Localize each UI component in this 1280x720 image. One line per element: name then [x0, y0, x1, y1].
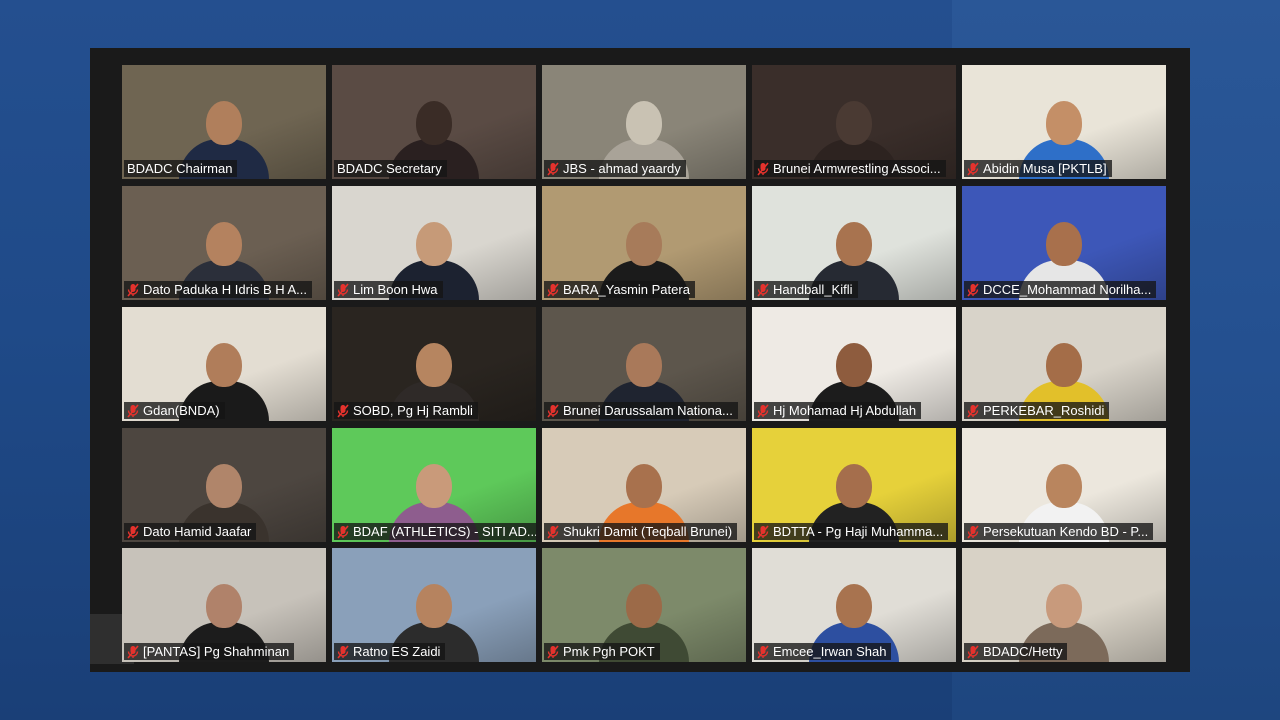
participant-tile[interactable]: DCCE_Mohammad Norilha... [962, 186, 1166, 300]
mic-muted-icon [337, 282, 349, 297]
participant-name: Emcee_Irwan Shah [773, 644, 887, 659]
participant-tile[interactable]: Gdan(BNDA) [122, 307, 326, 421]
mic-muted-icon [547, 161, 559, 176]
participant-tile[interactable]: BARA_Yasmin Patera [542, 186, 746, 300]
participant-name-bar: Dato Paduka H Idris B H A... [124, 281, 313, 298]
mic-muted-icon [547, 644, 559, 659]
participant-name-bar: Handball_Kifli [754, 281, 858, 298]
mic-muted-icon [127, 644, 139, 659]
participant-name: JBS - ahmad yaardy [563, 161, 681, 176]
mic-muted-icon [967, 403, 979, 418]
participant-name: PERKEBAR_Roshidi [983, 403, 1105, 418]
participant-tile[interactable]: Ratno ES Zaidi [332, 548, 536, 662]
participant-tile[interactable]: Shukri Damit (Teqball Brunei) [542, 428, 746, 542]
mic-muted-icon [967, 524, 979, 539]
participant-tile[interactable]: Hj Mohamad Hj Abdullah [752, 307, 956, 421]
participant-name-bar: Lim Boon Hwa [334, 281, 443, 298]
participant-tile[interactable]: BDADC/Hetty [962, 548, 1166, 662]
participant-name-bar: Hj Mohamad Hj Abdullah [754, 402, 922, 419]
participant-tile[interactable]: Dato Paduka H Idris B H A... [122, 186, 326, 300]
participant-tile[interactable]: Handball_Kifli [752, 186, 956, 300]
participant-name-bar: Persekutuan Kendo BD - P... [964, 523, 1154, 540]
participant-name: Brunei Armwrestling Associ... [773, 161, 941, 176]
mic-muted-icon [127, 282, 139, 297]
participant-name-bar: BDAF (ATHLETICS) - SITI AD... [334, 523, 536, 540]
participant-name-bar: Shukri Damit (Teqball Brunei) [544, 523, 738, 540]
participant-name-bar: Dato Hamid Jaafar [124, 523, 257, 540]
participant-name: BDADC/Hetty [983, 644, 1063, 659]
mic-muted-icon [757, 403, 769, 418]
participant-name: SOBD, Pg Hj Rambli [353, 403, 473, 418]
participant-tile[interactable]: JBS - ahmad yaardy [542, 65, 746, 179]
participant-name: Dato Paduka H Idris B H A... [143, 282, 308, 297]
participant-name: BDAF (ATHLETICS) - SITI AD... [353, 524, 536, 539]
participant-name-bar: Ratno ES Zaidi [334, 643, 446, 660]
mic-muted-icon [547, 282, 559, 297]
mic-muted-icon [967, 644, 979, 659]
participant-tile[interactable]: BDADC Chairman [122, 65, 326, 179]
participant-tile[interactable]: SOBD, Pg Hj Rambli [332, 307, 536, 421]
participant-name: Handball_Kifli [773, 282, 853, 297]
participant-name-bar: Brunei Darussalam Nationa... [544, 402, 738, 419]
participant-name-bar: Gdan(BNDA) [124, 402, 225, 419]
participant-name-bar: JBS - ahmad yaardy [544, 160, 686, 177]
participant-name-bar: Emcee_Irwan Shah [754, 643, 892, 660]
participant-tile[interactable]: Dato Hamid Jaafar [122, 428, 326, 542]
participant-name: DCCE_Mohammad Norilha... [983, 282, 1152, 297]
participant-name-bar: BDTTA - Pg Haji Muhamma... [754, 523, 949, 540]
participant-name: Ratno ES Zaidi [353, 644, 441, 659]
participant-name: Persekutuan Kendo BD - P... [983, 524, 1149, 539]
participant-tile[interactable]: BDADC Secretary [332, 65, 536, 179]
mic-muted-icon [337, 524, 349, 539]
participant-name: Pmk Pgh POKT [563, 644, 655, 659]
participant-name: [PANTAS] Pg Shahminan [143, 644, 290, 659]
participant-tile[interactable]: [PANTAS] Pg Shahminan [122, 548, 326, 662]
mic-muted-icon [757, 644, 769, 659]
participant-name: Abidin Musa [PKTLB] [983, 161, 1107, 176]
participant-name-bar: PERKEBAR_Roshidi [964, 402, 1110, 419]
participant-name: BDADC Secretary [337, 161, 442, 176]
mic-muted-icon [127, 524, 139, 539]
mic-muted-icon [967, 282, 979, 297]
participant-tile[interactable]: PERKEBAR_Roshidi [962, 307, 1166, 421]
video-gallery: BDADC Chairman BDADC Secretary JBS - ahmad… [90, 48, 1190, 672]
participant-tile[interactable]: BDAF (ATHLETICS) - SITI AD... [332, 428, 536, 542]
participant-name: BARA_Yasmin Patera [563, 282, 690, 297]
participant-tile[interactable]: Abidin Musa [PKTLB] [962, 65, 1166, 179]
participant-name: BDTTA - Pg Haji Muhamma... [773, 524, 944, 539]
mic-muted-icon [547, 524, 559, 539]
participant-name-bar: BDADC Secretary [334, 160, 447, 177]
participant-name: Shukri Damit (Teqball Brunei) [563, 524, 733, 539]
participant-name-bar: [PANTAS] Pg Shahminan [124, 643, 295, 660]
mic-muted-icon [757, 524, 769, 539]
participant-tile[interactable]: Brunei Armwrestling Associ... [752, 65, 956, 179]
mic-muted-icon [127, 403, 139, 418]
participant-name: Hj Mohamad Hj Abdullah [773, 403, 917, 418]
participant-tile[interactable]: Emcee_Irwan Shah [752, 548, 956, 662]
mic-muted-icon [757, 282, 769, 297]
participant-tile[interactable]: BDTTA - Pg Haji Muhamma... [752, 428, 956, 542]
mic-muted-icon [547, 403, 559, 418]
participant-name: BDADC Chairman [127, 161, 233, 176]
mic-muted-icon [757, 161, 769, 176]
participant-name-bar: Pmk Pgh POKT [544, 643, 660, 660]
mic-muted-icon [967, 161, 979, 176]
participant-name-bar: BDADC Chairman [124, 160, 238, 177]
participant-name-bar: Brunei Armwrestling Associ... [754, 160, 946, 177]
participant-tile[interactable]: Brunei Darussalam Nationa... [542, 307, 746, 421]
participant-name: Dato Hamid Jaafar [143, 524, 252, 539]
participant-tile[interactable]: Pmk Pgh POKT [542, 548, 746, 662]
participant-name-bar: DCCE_Mohammad Norilha... [964, 281, 1157, 298]
participant-name-bar: BARA_Yasmin Patera [544, 281, 695, 298]
participant-name: Lim Boon Hwa [353, 282, 438, 297]
participant-tile[interactable]: Persekutuan Kendo BD - P... [962, 428, 1166, 542]
participant-name-bar: BDADC/Hetty [964, 643, 1068, 660]
participant-name: Brunei Darussalam Nationa... [563, 403, 733, 418]
participant-name: Gdan(BNDA) [143, 403, 220, 418]
participant-name-bar: SOBD, Pg Hj Rambli [334, 402, 478, 419]
participant-tile[interactable]: Lim Boon Hwa [332, 186, 536, 300]
participant-name-bar: Abidin Musa [PKTLB] [964, 160, 1112, 177]
mic-muted-icon [337, 403, 349, 418]
mic-muted-icon [337, 644, 349, 659]
